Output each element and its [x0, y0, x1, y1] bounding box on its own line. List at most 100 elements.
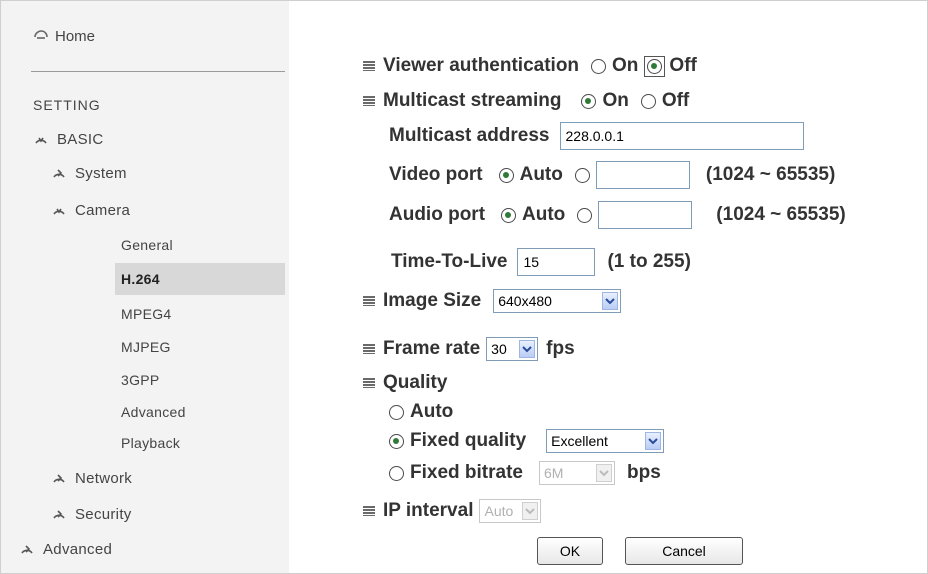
- video-port-label: Video port: [389, 164, 483, 185]
- sidebar-item-label: H.264: [121, 271, 160, 287]
- video-port-auto-label: Auto: [519, 164, 563, 185]
- sidebar-item-camera[interactable]: Camera: [51, 202, 130, 219]
- page: Home SETTING BASIC System Camera General: [0, 0, 928, 574]
- multicast-off-radio[interactable]: [640, 93, 656, 109]
- multicast-on-radio[interactable]: [581, 93, 597, 109]
- multicast-on-label: On: [602, 90, 629, 111]
- fixed-quality-value: Excellent: [551, 433, 608, 449]
- sidebar-home-link[interactable]: Home: [33, 28, 95, 45]
- sidebar-item-advanced[interactable]: Advanced: [19, 541, 112, 558]
- chevron-down-icon: [51, 203, 67, 219]
- sidebar-item-label: MPEG4: [121, 306, 172, 322]
- chevron-down-icon: [595, 464, 612, 482]
- chevron-down-icon: [602, 292, 619, 310]
- sidebar-home-label: Home: [55, 28, 96, 45]
- sidebar-item-basic[interactable]: BASIC: [33, 131, 104, 148]
- chevron-right-icon: [51, 166, 67, 182]
- quality-auto-row: Auto: [389, 401, 453, 423]
- fixed-bitrate-select[interactable]: 6M: [538, 461, 615, 485]
- sidebar-item-label: Advanced: [121, 404, 186, 420]
- video-port-range: (1024 ~ 65535): [705, 164, 836, 185]
- viewer-auth-off-label: Off: [669, 55, 697, 76]
- sidebar-item-label: Camera: [75, 202, 131, 219]
- chevron-down-icon: [33, 132, 49, 148]
- ttl-input[interactable]: [517, 248, 596, 276]
- sidebar-item-mjpeg[interactable]: MJPEG: [121, 339, 171, 355]
- quality-fixed-quality-radio[interactable]: [389, 433, 404, 449]
- chevron-down-icon: [522, 502, 539, 520]
- chevron-right-icon: [51, 507, 67, 523]
- quality-auto-radio[interactable]: [389, 404, 404, 420]
- fixed-bitrate-value: 6M: [543, 465, 564, 481]
- sidebar: Home SETTING BASIC System Camera General: [1, 1, 289, 573]
- sidebar-item-general[interactable]: General: [121, 237, 173, 253]
- audio-port-manual-radio[interactable]: [577, 207, 593, 223]
- bullet-icon: [363, 506, 375, 516]
- chevron-right-icon: [19, 542, 35, 558]
- ip-interval-row: IP interval Auto: [363, 499, 542, 523]
- ttl-label: Time-To-Live: [391, 251, 508, 272]
- image-size-label: Image Size: [383, 290, 482, 311]
- sidebar-item-network[interactable]: Network: [51, 470, 132, 487]
- multicast-address-input[interactable]: [559, 122, 804, 150]
- bullet-icon: [363, 296, 375, 306]
- ok-button[interactable]: OK: [537, 537, 603, 565]
- sidebar-divider: [31, 71, 285, 72]
- main-content: Viewer authentication On Off Multicast s…: [289, 1, 928, 573]
- sidebar-item-playback[interactable]: Playback: [121, 435, 180, 451]
- cancel-button[interactable]: Cancel: [625, 537, 743, 565]
- video-port-input[interactable]: [595, 161, 690, 189]
- audio-port-input[interactable]: [598, 201, 693, 229]
- bullet-icon: [363, 378, 375, 388]
- audio-port-row: Audio port Auto (1024 ~ 65535): [389, 201, 846, 229]
- video-port-auto-radio[interactable]: [498, 167, 514, 183]
- audio-port-auto-radio[interactable]: [501, 207, 517, 223]
- sidebar-item-label: 3GPP: [121, 372, 160, 388]
- quality-fixed-quality-row: Fixed quality Excellent: [389, 429, 665, 453]
- sidebar-item-3gpp[interactable]: 3GPP: [121, 372, 160, 388]
- frame-rate-select[interactable]: 30: [486, 337, 539, 361]
- sidebar-item-camera-advanced[interactable]: Advanced: [121, 404, 186, 420]
- video-port-row: Video port Auto (1024 ~ 65535): [389, 161, 835, 189]
- quality-fixed-bitrate-label: Fixed bitrate: [410, 462, 523, 483]
- image-size-select[interactable]: 640x480: [493, 289, 622, 313]
- ip-interval-select[interactable]: Auto: [479, 499, 542, 523]
- viewer-auth-off-focus: [644, 55, 666, 77]
- viewer-authentication-row: Viewer authentication On Off: [363, 55, 697, 77]
- quality-row: Quality: [363, 372, 447, 394]
- sidebar-item-label: System: [75, 165, 127, 182]
- audio-port-auto-label: Auto: [522, 204, 566, 225]
- sidebar-item-label: Network: [75, 470, 133, 487]
- bullet-icon: [363, 61, 375, 71]
- sidebar-section-setting: SETTING: [33, 97, 101, 113]
- image-size-value: 640x480: [498, 293, 552, 309]
- sidebar-item-system[interactable]: System: [51, 165, 127, 182]
- multicast-off-label: Off: [661, 90, 690, 111]
- ttl-row: Time-To-Live (1 to 255): [391, 248, 691, 276]
- sidebar-item-h264[interactable]: H.264: [115, 263, 285, 295]
- sidebar-item-label: MJPEG: [121, 339, 171, 355]
- sidebar-item-label: BASIC: [57, 131, 104, 148]
- quality-fixed-bitrate-radio[interactable]: [389, 465, 404, 481]
- bullet-icon: [363, 344, 375, 354]
- frame-rate-label: Frame rate: [383, 338, 481, 359]
- quality-label: Quality: [383, 372, 448, 393]
- multicast-address-label: Multicast address: [389, 125, 550, 146]
- chevron-down-icon: [519, 340, 536, 358]
- sidebar-item-label: Advanced: [43, 541, 113, 558]
- ip-interval-value: Auto: [484, 503, 514, 519]
- sidebar-item-label: Security: [75, 506, 132, 523]
- video-port-manual-radio[interactable]: [574, 167, 590, 183]
- frame-rate-value: 30: [491, 341, 507, 357]
- fixed-quality-select[interactable]: Excellent: [546, 429, 665, 453]
- ip-interval-label: IP interval: [383, 500, 474, 521]
- viewer-auth-on-radio[interactable]: [591, 58, 607, 74]
- sidebar-item-mpeg4[interactable]: MPEG4: [121, 306, 172, 322]
- viewer-authentication-label: Viewer authentication: [383, 55, 580, 76]
- quality-auto-label: Auto: [410, 401, 454, 422]
- quality-fixed-bitrate-row: Fixed bitrate 6M bps: [389, 461, 661, 485]
- viewer-auth-off-radio[interactable]: [647, 58, 663, 74]
- sidebar-item-security[interactable]: Security: [51, 506, 132, 523]
- chevron-right-icon: [51, 471, 67, 487]
- frame-rate-unit: fps: [546, 338, 575, 359]
